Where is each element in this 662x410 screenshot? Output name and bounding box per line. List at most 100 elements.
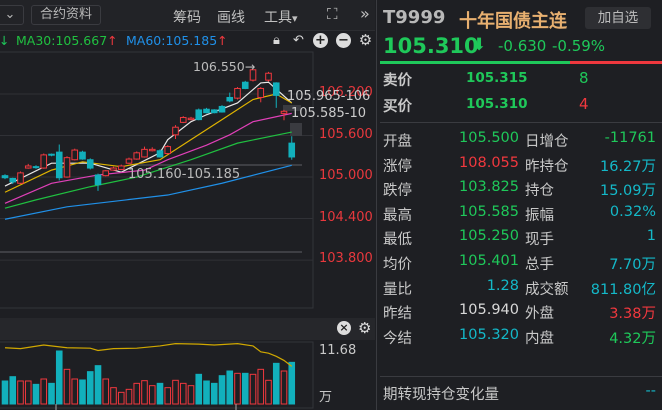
volume-bar — [86, 371, 94, 405]
price-change: -0.630 — [498, 37, 547, 55]
ask-price: 105.315 — [466, 70, 528, 86]
candle-body — [210, 109, 218, 114]
volume-bar — [55, 350, 63, 405]
stat-value: 16.27万 — [599, 158, 656, 175]
stat-value: 105.401 — [459, 253, 519, 269]
quote-panel: T9999 十年国债主连 加自选 105.310 ⬇ -0.630 -0.59%… — [376, 0, 662, 410]
volume-bar — [164, 387, 172, 405]
volume-bar — [48, 382, 55, 405]
volume-bar — [40, 378, 48, 405]
price-axis-label: 103.800 — [319, 251, 373, 267]
stat-label: 现手 — [525, 232, 554, 249]
stat-value: 7.70万 — [609, 257, 656, 273]
candle-body — [241, 81, 249, 89]
volume-bar — [141, 380, 148, 405]
volume-bar — [125, 388, 133, 405]
stat-value: -11761 — [604, 130, 656, 146]
candle-body — [226, 96, 234, 102]
volume-ma-line — [4, 343, 293, 367]
bid-volume: 4 — [579, 95, 589, 113]
volume-bar — [203, 380, 210, 405]
stat-value: 1.28 — [486, 277, 519, 294]
divider — [380, 376, 662, 377]
down-arrow-icon: ⬇ — [472, 35, 487, 55]
volume-bar — [148, 385, 156, 405]
volume-bar — [218, 375, 226, 405]
stat-value: 1 — [646, 228, 656, 245]
candle-body — [110, 167, 117, 171]
candle-body — [94, 174, 102, 186]
stat-label: 振幅 — [525, 207, 554, 224]
volume-bar — [63, 368, 71, 405]
stat-label: 总手 — [525, 257, 554, 273]
add-watchlist-button[interactable]: 加自选 — [585, 7, 651, 29]
candle-body — [48, 153, 55, 156]
bid-ask-ratio-bar — [380, 61, 662, 64]
candle-body — [280, 110, 288, 114]
stat-value: 105.250 — [459, 228, 519, 245]
bid-label: 买价 — [383, 99, 412, 115]
stat-value: 15.09万 — [599, 183, 656, 200]
candle-body — [203, 108, 210, 114]
efp-label: 期转现持仓变化量 — [383, 387, 499, 403]
volume-bar — [117, 391, 125, 405]
volume-bar — [272, 362, 280, 405]
volume-bar — [1, 380, 9, 405]
candle-body — [234, 87, 241, 99]
candle-body — [265, 72, 272, 81]
volume-bar — [280, 370, 288, 405]
stat-label: 成交额 — [525, 281, 569, 298]
candle-body — [195, 109, 203, 121]
candle-body — [40, 154, 48, 169]
stat-label: 昨结 — [383, 306, 412, 323]
volume-bar — [234, 372, 241, 405]
candle-body — [1, 175, 9, 179]
stat-label: 开盘 — [383, 134, 412, 150]
stat-label: 日增仓 — [525, 134, 569, 150]
stat-value: 105.585 — [459, 203, 519, 220]
volume-bar — [17, 380, 24, 405]
stat-value: 103.825 — [459, 179, 519, 196]
stat-value: 811.80亿 — [590, 281, 656, 298]
stat-value: 3.38万 — [609, 306, 656, 323]
candle-body — [148, 148, 156, 152]
volume-bar — [195, 373, 203, 405]
volume-bar — [241, 372, 249, 405]
candle-body — [156, 150, 164, 158]
stat-value: 105.940 — [459, 302, 519, 319]
stat-value: 105.500 — [459, 130, 519, 146]
contract-name: 十年国债主连 — [459, 11, 567, 32]
candle-body — [9, 177, 17, 183]
candle-body — [86, 159, 94, 169]
candle-body — [179, 117, 187, 123]
candle-body — [187, 117, 195, 121]
stat-value: 4.32万 — [609, 330, 656, 347]
price-axis-label: 105.000 — [319, 168, 373, 184]
stat-label: 内盘 — [525, 330, 554, 347]
last-price: 105.310 — [383, 34, 479, 58]
volume-bar — [110, 387, 117, 405]
price-change-pct: -0.59% — [552, 37, 606, 55]
ask-label: 卖价 — [383, 73, 412, 89]
candle-body — [32, 166, 40, 169]
volume-bar — [94, 365, 102, 405]
candle-body — [63, 157, 71, 178]
stat-label: 均价 — [383, 257, 412, 273]
volume-bar — [288, 361, 296, 405]
contract-code: T9999 — [383, 7, 446, 28]
volume-bar — [102, 378, 110, 405]
stat-label: 持仓 — [525, 183, 554, 200]
candle-body — [257, 87, 265, 98]
stat-label: 最低 — [383, 232, 412, 249]
volume-bar — [210, 382, 218, 405]
chart-panel[interactable]: ⌄ 合约资料 筹码 画线 工具▾ ⛶ » ↓ MA30:105.667↑ MA6… — [0, 0, 375, 410]
ask-volume: 8 — [579, 69, 589, 87]
candle-body — [141, 148, 148, 158]
volume-unit-label: 万 — [319, 390, 333, 405]
stat-label: 最高 — [383, 207, 412, 224]
volume-max-label: 11.68 — [319, 343, 357, 358]
range-label-a: 105.965-106 — [287, 89, 371, 104]
stat-label: 跌停 — [383, 183, 412, 200]
volume-bar — [156, 382, 164, 405]
volume-bar — [79, 379, 86, 405]
